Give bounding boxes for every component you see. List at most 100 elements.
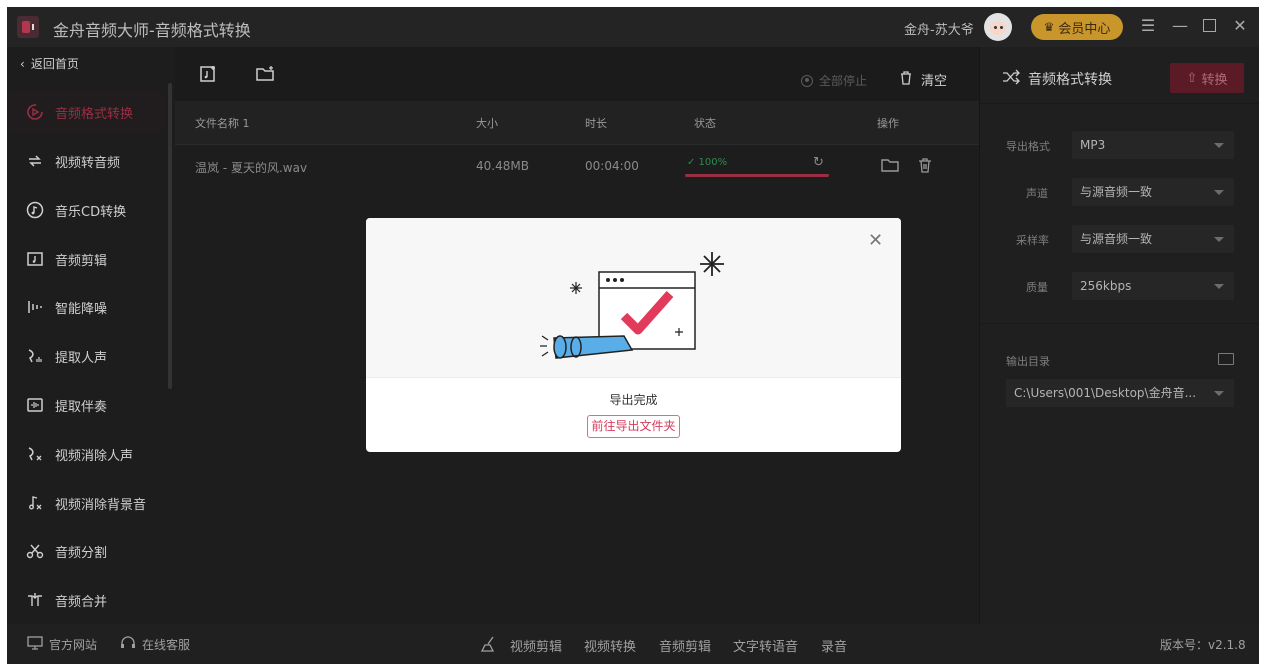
file-duration: 00:04:00 bbox=[585, 159, 639, 173]
sidebar-item-remove-bgm[interactable]: 视频消除背景音 bbox=[7, 483, 165, 523]
export-complete-dialog: ✕ 导出完成 前往导出文件夹 bbox=[366, 218, 901, 452]
sidebar-item-label: 音乐CD转换 bbox=[55, 204, 127, 220]
folder-icon[interactable] bbox=[1218, 353, 1234, 365]
broom-icon bbox=[481, 636, 499, 652]
app-logo-icon bbox=[17, 16, 39, 38]
column-header-duration: 时长 bbox=[585, 117, 607, 130]
vip-center-button[interactable]: ♛ 会员中心 bbox=[1031, 14, 1123, 40]
minimize-icon[interactable]: — bbox=[1169, 15, 1191, 37]
channel-label: 声道 bbox=[1026, 187, 1048, 200]
progress-bar bbox=[685, 174, 829, 177]
divider bbox=[980, 323, 1259, 324]
sidebar: ‹ 返回首页 音频格式转换 视频转音频 音乐CD转换 音频剪辑 智能降噪 提取人… bbox=[7, 47, 175, 624]
back-home-link[interactable]: ‹ 返回首页 bbox=[20, 55, 79, 72]
clear-button[interactable]: 清空 bbox=[899, 70, 947, 89]
video-to-audio-icon bbox=[25, 151, 45, 171]
delete-icon[interactable] bbox=[917, 157, 937, 177]
sidebar-item-label: 智能降噪 bbox=[55, 301, 108, 317]
menu-icon[interactable]: ☰ bbox=[1137, 15, 1159, 37]
add-folder-icon[interactable] bbox=[255, 65, 275, 85]
output-dir-value: C:\Users\001\Desktop\金舟音... bbox=[1014, 386, 1197, 400]
column-header-actions: 操作 bbox=[877, 117, 899, 130]
export-format-select[interactable]: MP3 bbox=[1072, 131, 1234, 159]
scissors-icon bbox=[25, 541, 45, 561]
sidebar-item-label: 音频剪辑 bbox=[55, 253, 108, 269]
sidebar-item-label: 提取人声 bbox=[55, 350, 108, 366]
column-header-status: 状态 bbox=[694, 117, 716, 130]
success-illustration bbox=[540, 252, 724, 359]
website-link[interactable]: 官方网站 bbox=[27, 636, 97, 653]
avatar[interactable] bbox=[984, 13, 1012, 41]
file-name: 温岚 - 夏天的风.wav bbox=[195, 161, 308, 175]
website-label: 官方网站 bbox=[49, 638, 98, 652]
link-text-to-speech[interactable]: 文字转语音 bbox=[733, 636, 798, 655]
trash-icon bbox=[899, 70, 913, 89]
sidebar-item-extract-accompaniment[interactable]: 提取伴奏 bbox=[7, 385, 165, 425]
column-header-name[interactable]: 文件名称 1 bbox=[195, 115, 250, 131]
sidebar-item-label: 音频格式转换 bbox=[55, 106, 134, 122]
dialog-close-icon[interactable]: ✕ bbox=[868, 230, 883, 251]
quality-select[interactable]: 256kbps bbox=[1072, 272, 1234, 300]
chevron-down-icon bbox=[1214, 391, 1224, 396]
sidebar-item-label: 视频转音频 bbox=[55, 155, 121, 171]
divider bbox=[980, 103, 1259, 104]
output-dir-select[interactable]: C:\Users\001\Desktop\金舟音... bbox=[1006, 379, 1234, 407]
remove-vocal-icon bbox=[25, 444, 45, 464]
sidebar-item-music-cd[interactable]: 音乐CD转换 bbox=[7, 190, 165, 230]
stop-all-button[interactable]: 全部停止 bbox=[801, 72, 867, 89]
stop-icon bbox=[801, 74, 813, 87]
sidebar-item-remove-vocal[interactable]: 视频消除人声 bbox=[7, 434, 165, 474]
version-label: 版本号：v2.1.8 bbox=[1160, 638, 1246, 652]
channel-value: 与源音频一致 bbox=[1080, 185, 1153, 199]
link-video-edit[interactable]: 视频剪辑 bbox=[510, 636, 562, 655]
vip-center-label: 会员中心 bbox=[1058, 21, 1111, 37]
table-row[interactable]: 温岚 - 夏天的风.wav 40.48MB 00:04:00 ✓ 100% ↻ bbox=[175, 145, 979, 189]
link-record[interactable]: 录音 bbox=[821, 636, 847, 655]
sidebar-item-label: 音频合并 bbox=[55, 594, 108, 610]
sidebar-item-label: 音频分割 bbox=[55, 545, 108, 561]
sidebar-item-extract-vocal[interactable]: 提取人声 bbox=[7, 336, 165, 376]
sidebar-item-label: 视频消除背景音 bbox=[55, 497, 147, 513]
sample-rate-select[interactable]: 与源音频一致 bbox=[1072, 225, 1234, 253]
file-size: 40.48MB bbox=[476, 159, 529, 173]
sample-rate-value: 与源音频一致 bbox=[1080, 232, 1153, 246]
audio-cut-icon bbox=[25, 249, 45, 269]
dialog-illustration-area bbox=[366, 218, 901, 378]
accompaniment-icon bbox=[25, 395, 45, 415]
open-folder-icon[interactable] bbox=[881, 157, 901, 177]
denoise-icon bbox=[25, 297, 45, 317]
add-file-icon[interactable] bbox=[199, 65, 219, 85]
sidebar-item-audio-convert[interactable]: 音频格式转换 bbox=[7, 92, 165, 132]
title-bar: 金舟音频大师-音频格式转换 金舟-苏大爷 ♛ 会员中心 ☰ — ✕ bbox=[7, 7, 1259, 47]
support-link[interactable]: 在线客服 bbox=[120, 636, 190, 653]
shuffle-icon bbox=[1002, 69, 1020, 89]
sidebar-scrollbar[interactable] bbox=[168, 83, 172, 389]
support-label: 在线客服 bbox=[142, 638, 191, 652]
chevron-down-icon bbox=[1214, 284, 1224, 289]
refresh-icon[interactable]: ↻ bbox=[813, 155, 824, 170]
sidebar-item-audio-cut[interactable]: 音频剪辑 bbox=[7, 239, 165, 279]
dialog-message: 导出完成 bbox=[609, 393, 658, 407]
quality-label: 质量 bbox=[1026, 281, 1048, 294]
convert-button[interactable]: ⇧ 转换 bbox=[1170, 63, 1244, 93]
settings-panel: 音频格式转换 ⇧ 转换 导出格式 MP3 声道 与源音频一致 采样率 与源音频一… bbox=[979, 47, 1259, 624]
sidebar-item-label: 视频消除人声 bbox=[55, 448, 134, 464]
settings-title-label: 音频格式转换 bbox=[1028, 72, 1112, 88]
channel-select[interactable]: 与源音频一致 bbox=[1072, 178, 1234, 206]
open-export-folder-button[interactable]: 前往导出文件夹 bbox=[587, 415, 680, 438]
output-dir-label: 输出目录 bbox=[1006, 355, 1050, 368]
close-icon[interactable]: ✕ bbox=[1229, 15, 1251, 37]
maximize-icon[interactable] bbox=[1198, 15, 1220, 37]
cd-icon bbox=[25, 200, 45, 220]
bottom-bar: 官方网站 在线客服 视频剪辑 视频转换 音频剪辑 文字转语音 录音 版本号：v2… bbox=[7, 624, 1259, 664]
link-video-convert[interactable]: 视频转换 bbox=[584, 636, 636, 655]
merge-icon bbox=[25, 590, 45, 610]
sidebar-item-video-to-audio[interactable]: 视频转音频 bbox=[7, 141, 165, 181]
link-audio-edit[interactable]: 音频剪辑 bbox=[659, 636, 711, 655]
sidebar-item-audio-merge[interactable]: 音频合并 bbox=[7, 580, 165, 620]
username[interactable]: 金舟-苏大爷 bbox=[904, 19, 974, 38]
vocal-icon bbox=[25, 346, 45, 366]
sidebar-item-audio-split[interactable]: 音频分割 bbox=[7, 531, 165, 571]
sidebar-item-denoise[interactable]: 智能降噪 bbox=[7, 287, 165, 327]
chevron-left-icon: ‹ bbox=[20, 56, 25, 71]
